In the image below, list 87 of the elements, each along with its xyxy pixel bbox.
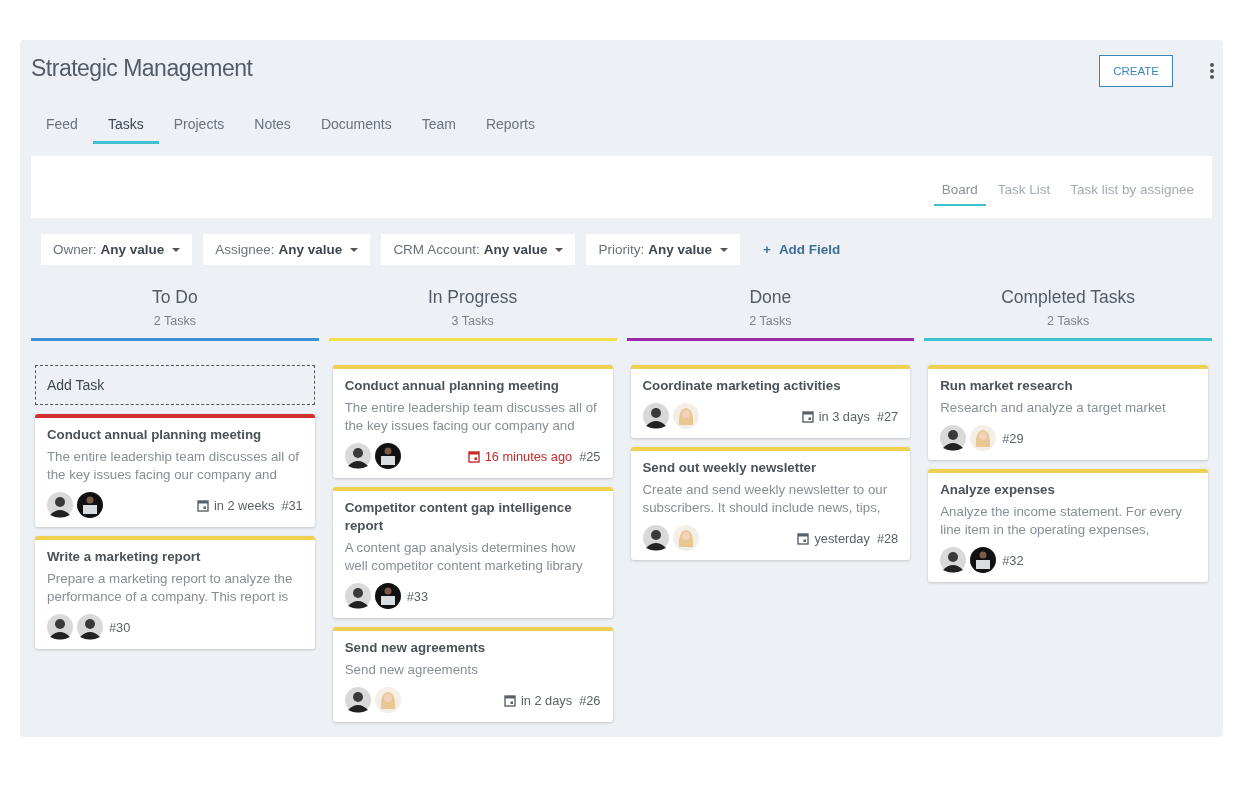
avatar-icon (47, 492, 73, 518)
avatar-icon (642, 525, 669, 551)
task-number: #27 (876, 408, 899, 424)
task-number: #31 (281, 497, 303, 513)
task-card[interactable]: Conduct annual planning meeting The entire leadership team discusses all of the key issues facing our company and 16 minutes ago #25 (332, 365, 613, 478)
calendar-icon (797, 531, 810, 545)
task-card[interactable]: Run market research Research and analyze a target market #29 (928, 365, 1208, 460)
filter-dropdown[interactable]: Owner: Any value (41, 234, 193, 265)
task-title: Send new agreements (344, 639, 487, 657)
calendar-icon (196, 498, 209, 512)
create-button[interactable]: CREATE (1099, 55, 1173, 87)
task-number: #28 (876, 530, 899, 546)
avatar-icon (374, 583, 401, 609)
avatar-icon (940, 425, 967, 451)
avatar-icon (672, 403, 699, 429)
task-title: Send out weekly newsletter (642, 459, 818, 477)
column-title: Done (749, 287, 792, 308)
avatar-icon (344, 443, 371, 469)
avatar-icon (374, 443, 401, 469)
task-description: A content gap analysis determines how well competitor content marketing library (344, 539, 584, 575)
calendar-icon (801, 409, 814, 423)
calendar-icon (503, 693, 516, 707)
task-number: #29 (1002, 430, 1024, 446)
task-number: #33 (406, 588, 429, 604)
nav-tab[interactable]: Reports (470, 112, 550, 144)
task-count: 2 Tasks (153, 314, 196, 328)
task-card[interactable]: Send new agreements Send new agreements in 2 days #26 (332, 627, 613, 722)
task-count: 2 Tasks (1047, 314, 1090, 328)
nav-tab[interactable]: Team (406, 112, 471, 144)
avatar-icon (970, 547, 997, 573)
task-description: Prepare a marketing report to analyze the performance of a company. This report is (47, 570, 294, 606)
due-date: yesterday (814, 530, 870, 546)
more-options-icon[interactable] (1209, 62, 1215, 80)
filter-dropdown[interactable]: Priority: Any value (586, 234, 740, 265)
column-title: To Do (152, 287, 198, 308)
task-title: Coordinate marketing activities (642, 377, 842, 395)
task-count: 3 Tasks (451, 314, 494, 328)
task-description: Research and analyze a target market (940, 399, 1167, 417)
due-date: 16 minutes ago (484, 448, 573, 464)
task-card[interactable]: Write a marketing report Prepare a marketing report to analyze the performance of a company. This report is #30 (35, 536, 315, 649)
task-description: The entire leadership team discusses all of the key issues facing our company and (344, 399, 598, 435)
task-number: #32 (1002, 552, 1024, 568)
nav-tab[interactable]: Projects (158, 112, 240, 144)
calendar-icon (467, 449, 480, 463)
task-description: Send new agreements (344, 661, 479, 679)
add-task-button[interactable]: Add Task (35, 365, 315, 405)
avatar-icon (47, 614, 73, 640)
task-card[interactable]: Analyze expenses Analyze the income statement. For every line item in the operating expenses, #32 (928, 469, 1208, 582)
avatar-icon (344, 583, 371, 609)
avatar-icon (77, 492, 103, 518)
task-title: Conduct annual planning meeting (47, 426, 263, 444)
task-description: Analyze the income statement. For every line item in the operating expenses, (940, 503, 1183, 539)
add-field-button[interactable]: + Add Field (751, 234, 853, 265)
task-number: #25 (579, 448, 601, 464)
avatar-icon (642, 403, 669, 429)
avatar-icon (940, 547, 967, 573)
task-card[interactable]: Coordinate marketing activities in 3 days #27 (630, 365, 911, 438)
avatar-icon (672, 525, 699, 551)
task-title: Analyze expenses (940, 481, 1056, 499)
task-title: Run market research (940, 377, 1074, 395)
column-title: Completed Tasks (1001, 287, 1136, 308)
task-title: Conduct annual planning meeting (344, 377, 560, 395)
nav-tab[interactable]: Tasks (92, 112, 159, 144)
page-title: Strategic Management (31, 54, 253, 82)
due-date: in 2 weeks (213, 497, 275, 513)
task-title: Write a marketing report (47, 548, 202, 566)
due-date: in 3 days (818, 408, 870, 424)
task-count: 2 Tasks (749, 314, 792, 328)
due-date: in 2 days (520, 692, 573, 708)
filter-dropdown[interactable]: CRM Account: Any value (381, 234, 576, 265)
avatar-icon (374, 687, 401, 713)
task-card[interactable]: Competitor content gap intelligence report A content gap analysis determines how well competitor content marketing library #33 (332, 487, 613, 618)
filter-dropdown[interactable]: Assignee: Any value (203, 234, 371, 265)
task-card[interactable]: Send out weekly newsletter Create and send weekly newsletter to our subscribers. It should include news, tips, yesterday #28 (630, 447, 911, 560)
task-number: #30 (109, 619, 131, 635)
column-title: In Progress (427, 287, 518, 308)
task-description: Create and send weekly newsletter to our subscribers. It should include news, tips, (642, 481, 889, 517)
task-number: #26 (579, 692, 601, 708)
nav-tab[interactable]: Documents (305, 112, 407, 144)
task-description: The entire leadership team discusses all of the key issues facing our company and (47, 448, 301, 484)
avatar-icon (77, 614, 103, 640)
nav-tab[interactable]: Notes (239, 112, 306, 144)
task-card[interactable]: Conduct annual planning meeting The entire leadership team discusses all of the key issues facing our company and in 2 weeks #31 (35, 414, 315, 527)
avatar-icon (970, 425, 997, 451)
avatar-icon (344, 687, 371, 713)
task-title: Competitor content gap intelligence report (344, 499, 573, 535)
nav-tab[interactable]: Feed (31, 112, 93, 144)
